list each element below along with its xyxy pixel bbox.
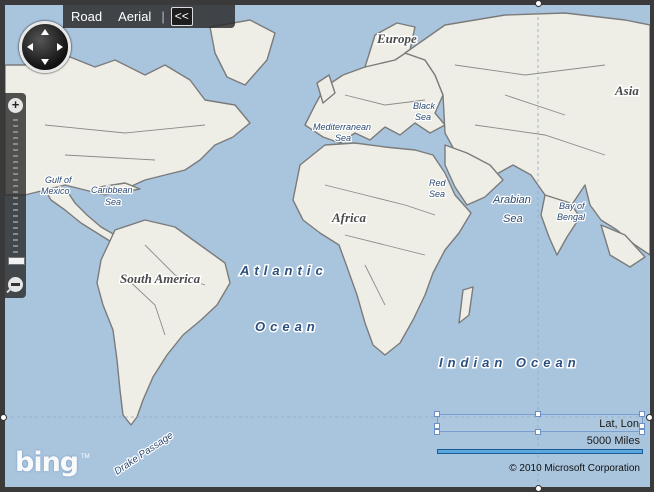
frame-resize-handle-right[interactable] (646, 414, 653, 421)
road-button[interactable]: Road (63, 9, 110, 24)
label-caribbean-sea: Sea (105, 197, 121, 207)
label-south-america: South America (120, 271, 201, 286)
label-asia: Asia (614, 83, 639, 98)
pan-compass[interactable] (19, 21, 71, 73)
zoom-slider-thumb[interactable] (8, 257, 25, 265)
toolbar-separator: | (161, 9, 165, 24)
bing-logo: bing (15, 447, 79, 478)
map-frame: Europe Asia Africa South America Atlanti… (0, 0, 654, 492)
label-red: Red (429, 178, 447, 188)
frame-resize-handle-top[interactable] (535, 0, 542, 7)
label-black-sea: Sea (415, 112, 431, 122)
label-mediterranean: Mediterranean (313, 122, 371, 132)
zoom-out-icon[interactable] (8, 277, 23, 292)
label-arabian-sea: Sea (503, 213, 523, 225)
label-red-sea: Sea (429, 189, 445, 199)
selection-handle[interactable] (639, 411, 645, 417)
selection-handle[interactable] (639, 429, 645, 435)
zoom-bar: + (5, 93, 26, 298)
scale-label: 5000 Miles (586, 435, 640, 447)
aerial-button[interactable]: Aerial (110, 9, 159, 24)
label-indian-ocean: Indian Ocean (439, 355, 581, 370)
selection-handle[interactable] (434, 411, 440, 417)
pan-up-icon[interactable] (41, 29, 49, 35)
bing-logo-tm: TM (81, 454, 90, 460)
label-caribbean: Caribbean (91, 185, 133, 195)
zoom-in-button[interactable]: + (8, 98, 23, 113)
label-bay-of: Bay of (559, 201, 586, 211)
frame-resize-handle-left[interactable] (0, 414, 7, 421)
scale-bar (437, 449, 643, 454)
label-black: Black (413, 101, 436, 111)
pan-left-icon[interactable] (27, 43, 33, 51)
map-style-toolbar: Road Aerial | << (63, 5, 235, 28)
selection-handle[interactable] (434, 429, 440, 435)
label-mediterranean-sea: Sea (335, 133, 351, 143)
label-mexico: Mexico (41, 186, 70, 196)
label-europe: Europe (376, 31, 417, 46)
label-africa: Africa (331, 210, 366, 225)
pan-down-icon[interactable] (41, 59, 49, 65)
selection-handle[interactable] (535, 429, 541, 435)
pan-right-icon[interactable] (57, 43, 63, 51)
label-gulf-of: Gulf of (45, 175, 73, 185)
label-bengal: Bengal (557, 212, 586, 222)
zoom-track[interactable] (13, 119, 18, 259)
collapse-button[interactable]: << (170, 7, 193, 26)
selection-handle[interactable] (535, 411, 541, 417)
label-atlantic-ocean: Ocean (255, 319, 320, 334)
label-atlantic: Atlantic (239, 263, 328, 278)
label-arabian: Arabian (492, 194, 531, 206)
copyright-text: © 2010 Microsoft Corporation (509, 463, 640, 474)
frame-resize-handle-bottom[interactable] (535, 485, 542, 492)
